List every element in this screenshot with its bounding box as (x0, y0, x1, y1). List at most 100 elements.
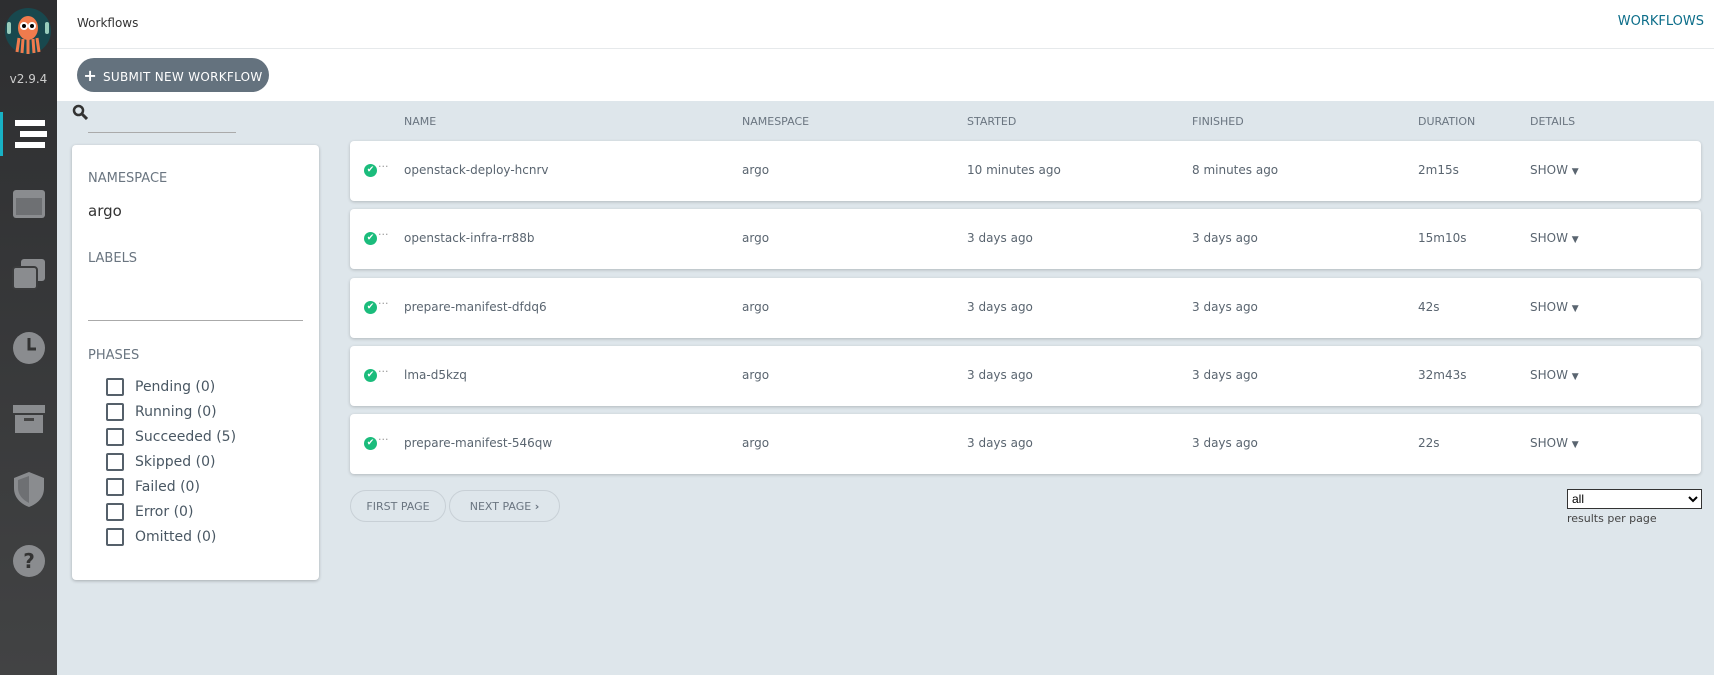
submit-new-workflow-button[interactable]: + SUBMIT NEW WORKFLOW (77, 58, 269, 92)
workflow-name[interactable]: prepare-manifest-546qw (404, 436, 552, 450)
show-details-button[interactable]: SHOW ▼ (1530, 436, 1579, 450)
checkbox-icon (106, 428, 124, 446)
show-label: SHOW (1530, 436, 1568, 451)
phase-checkbox-skipped[interactable]: Skipped (0) (106, 453, 215, 471)
workflow-namespace: argo (742, 367, 770, 382)
nav-workflows[interactable] (0, 112, 57, 156)
show-label: SHOW (1530, 163, 1568, 177)
nav-archived-workflows[interactable] (0, 397, 57, 441)
nav-security[interactable] (0, 467, 57, 511)
workflow-finished: 3 days ago (1192, 231, 1258, 246)
toolbar: + SUBMIT NEW WORKFLOW (57, 49, 1714, 101)
phase-checkbox-omitted[interactable]: Omitted (0) (106, 528, 216, 546)
show-details-button[interactable]: SHOW ▼ (1530, 163, 1579, 177)
phase-checkbox-running[interactable]: Running (0) (106, 403, 217, 421)
nav-workflow-templates[interactable] (0, 182, 57, 226)
next-page-label: NEXT PAGE (469, 499, 532, 513)
succeeded-icon: ✔ (364, 368, 377, 382)
svg-text:?: ? (23, 549, 35, 573)
nav-help[interactable]: ? (0, 539, 57, 583)
header-namespace: NAMESPACE (742, 115, 810, 128)
phase-checkbox-succeeded[interactable]: Succeeded (5) (106, 428, 236, 446)
phase-checkbox-failed[interactable]: Failed (0) (106, 478, 200, 496)
workflow-finished: 3 days ago (1192, 299, 1258, 314)
phase-checkbox-pending[interactable]: Pending (0) (106, 378, 215, 396)
phase-label: Running (0) (135, 404, 217, 420)
page-title: Workflows (77, 16, 139, 30)
labels-input[interactable] (88, 320, 303, 321)
workflow-duration: 2m15s (1418, 163, 1459, 177)
workflow-row[interactable]: ✔ ··· lma-d5kzq argo 3 days ago 3 days ag… (350, 345, 1701, 406)
next-page-button[interactable]: NEXT PAGE › (449, 490, 560, 522)
search-input[interactable] (88, 132, 236, 133)
show-label: SHOW (1530, 367, 1568, 382)
caret-down-icon: ▼ (1571, 371, 1579, 382)
nav-cron-workflows[interactable] (0, 326, 57, 370)
caret-down-icon: ▼ (1571, 303, 1579, 314)
workflow-started: 3 days ago (967, 299, 1033, 314)
workflows-icon (15, 120, 47, 148)
workflow-namespace: argo (742, 436, 770, 451)
header-name: NAME (404, 115, 437, 128)
results-per-page-label: results per page (1567, 512, 1657, 525)
succeeded-icon: ✔ (364, 437, 377, 451)
shield-icon (13, 472, 44, 507)
submit-label: SUBMIT NEW WORKFLOW (102, 69, 263, 84)
search-icon[interactable] (72, 104, 88, 120)
sidebar: v2.9.4 ? (0, 0, 57, 675)
workflow-duration: 22s (1418, 436, 1440, 451)
workflow-started: 3 days ago (967, 231, 1033, 246)
header-duration: DURATION (1418, 115, 1476, 128)
more-icon: ··· (378, 296, 389, 310)
succeeded-icon: ✔ (364, 232, 377, 246)
phase-label: Error (0) (135, 504, 194, 520)
more-icon: ··· (378, 228, 389, 242)
more-icon: ··· (378, 364, 389, 378)
workflow-duration: 42s (1418, 299, 1440, 314)
results-per-page-select[interactable]: all (1567, 489, 1702, 509)
workflow-finished: 3 days ago (1192, 367, 1258, 382)
succeeded-icon: ✔ (364, 164, 377, 177)
workflow-row[interactable]: ✔ ··· openstack-infra-rr88b argo 3 days a… (350, 209, 1701, 270)
caret-down-icon: ▼ (1571, 235, 1579, 246)
show-details-button[interactable]: SHOW ▼ (1530, 231, 1579, 245)
workflow-row[interactable]: ✔ ··· prepare-manifest-546qw argo 3 days … (350, 414, 1701, 475)
header-finished: FINISHED (1192, 115, 1244, 128)
checkbox-icon (106, 503, 124, 521)
namespace-input[interactable]: argo (88, 202, 122, 220)
workflows-link[interactable]: WORKFLOWS (1618, 14, 1704, 29)
phase-checkbox-error[interactable]: Error (0) (106, 503, 193, 521)
show-details-button[interactable]: SHOW ▼ (1530, 300, 1579, 314)
workflow-row[interactable]: ✔ ··· prepare-manifest-dfdq6 argo 3 days … (350, 277, 1701, 338)
phase-label: Skipped (0) (135, 454, 216, 470)
workflow-row[interactable]: ✔ ··· openstack-deploy-hcnrv argo 10 minu… (350, 141, 1701, 201)
plus-icon: + (83, 65, 103, 85)
workflow-name[interactable]: openstack-infra-rr88b (404, 231, 534, 245)
argo-logo (5, 8, 51, 54)
filter-panel: NAMESPACE argo LABELS PHASES Pending (0)… (72, 145, 319, 580)
checkbox-icon (106, 478, 124, 496)
header-details: DETAILS (1530, 115, 1576, 128)
workflow-name[interactable]: lma-d5kzq (404, 368, 467, 382)
workflow-started: 10 minutes ago (967, 163, 1061, 177)
phase-label: Failed (0) (135, 479, 200, 495)
workflow-started: 3 days ago (967, 436, 1033, 451)
namespace-label: NAMESPACE (88, 171, 168, 186)
succeeded-icon: ✔ (364, 300, 377, 314)
workflow-name[interactable]: openstack-deploy-hcnrv (404, 163, 549, 177)
caret-down-icon: ▼ (1571, 167, 1579, 177)
cluster-templates-icon (11, 259, 45, 290)
version-label: v2.9.4 (9, 72, 48, 86)
more-icon: ··· (378, 160, 389, 173)
show-details-button[interactable]: SHOW ▼ (1530, 368, 1579, 382)
workflow-finished: 3 days ago (1192, 436, 1258, 451)
header-started: STARTED (967, 115, 1017, 128)
nav-cluster-templates[interactable] (0, 253, 57, 297)
caret-down-icon: ▼ (1571, 440, 1579, 451)
labels-label: LABELS (88, 251, 138, 266)
first-page-button[interactable]: FIRST PAGE (350, 490, 446, 522)
phases-label: PHASES (88, 348, 140, 363)
chevron-right-icon: › (534, 499, 540, 513)
phase-label: Succeeded (5) (135, 429, 237, 445)
workflow-name[interactable]: prepare-manifest-dfdq6 (404, 300, 547, 314)
